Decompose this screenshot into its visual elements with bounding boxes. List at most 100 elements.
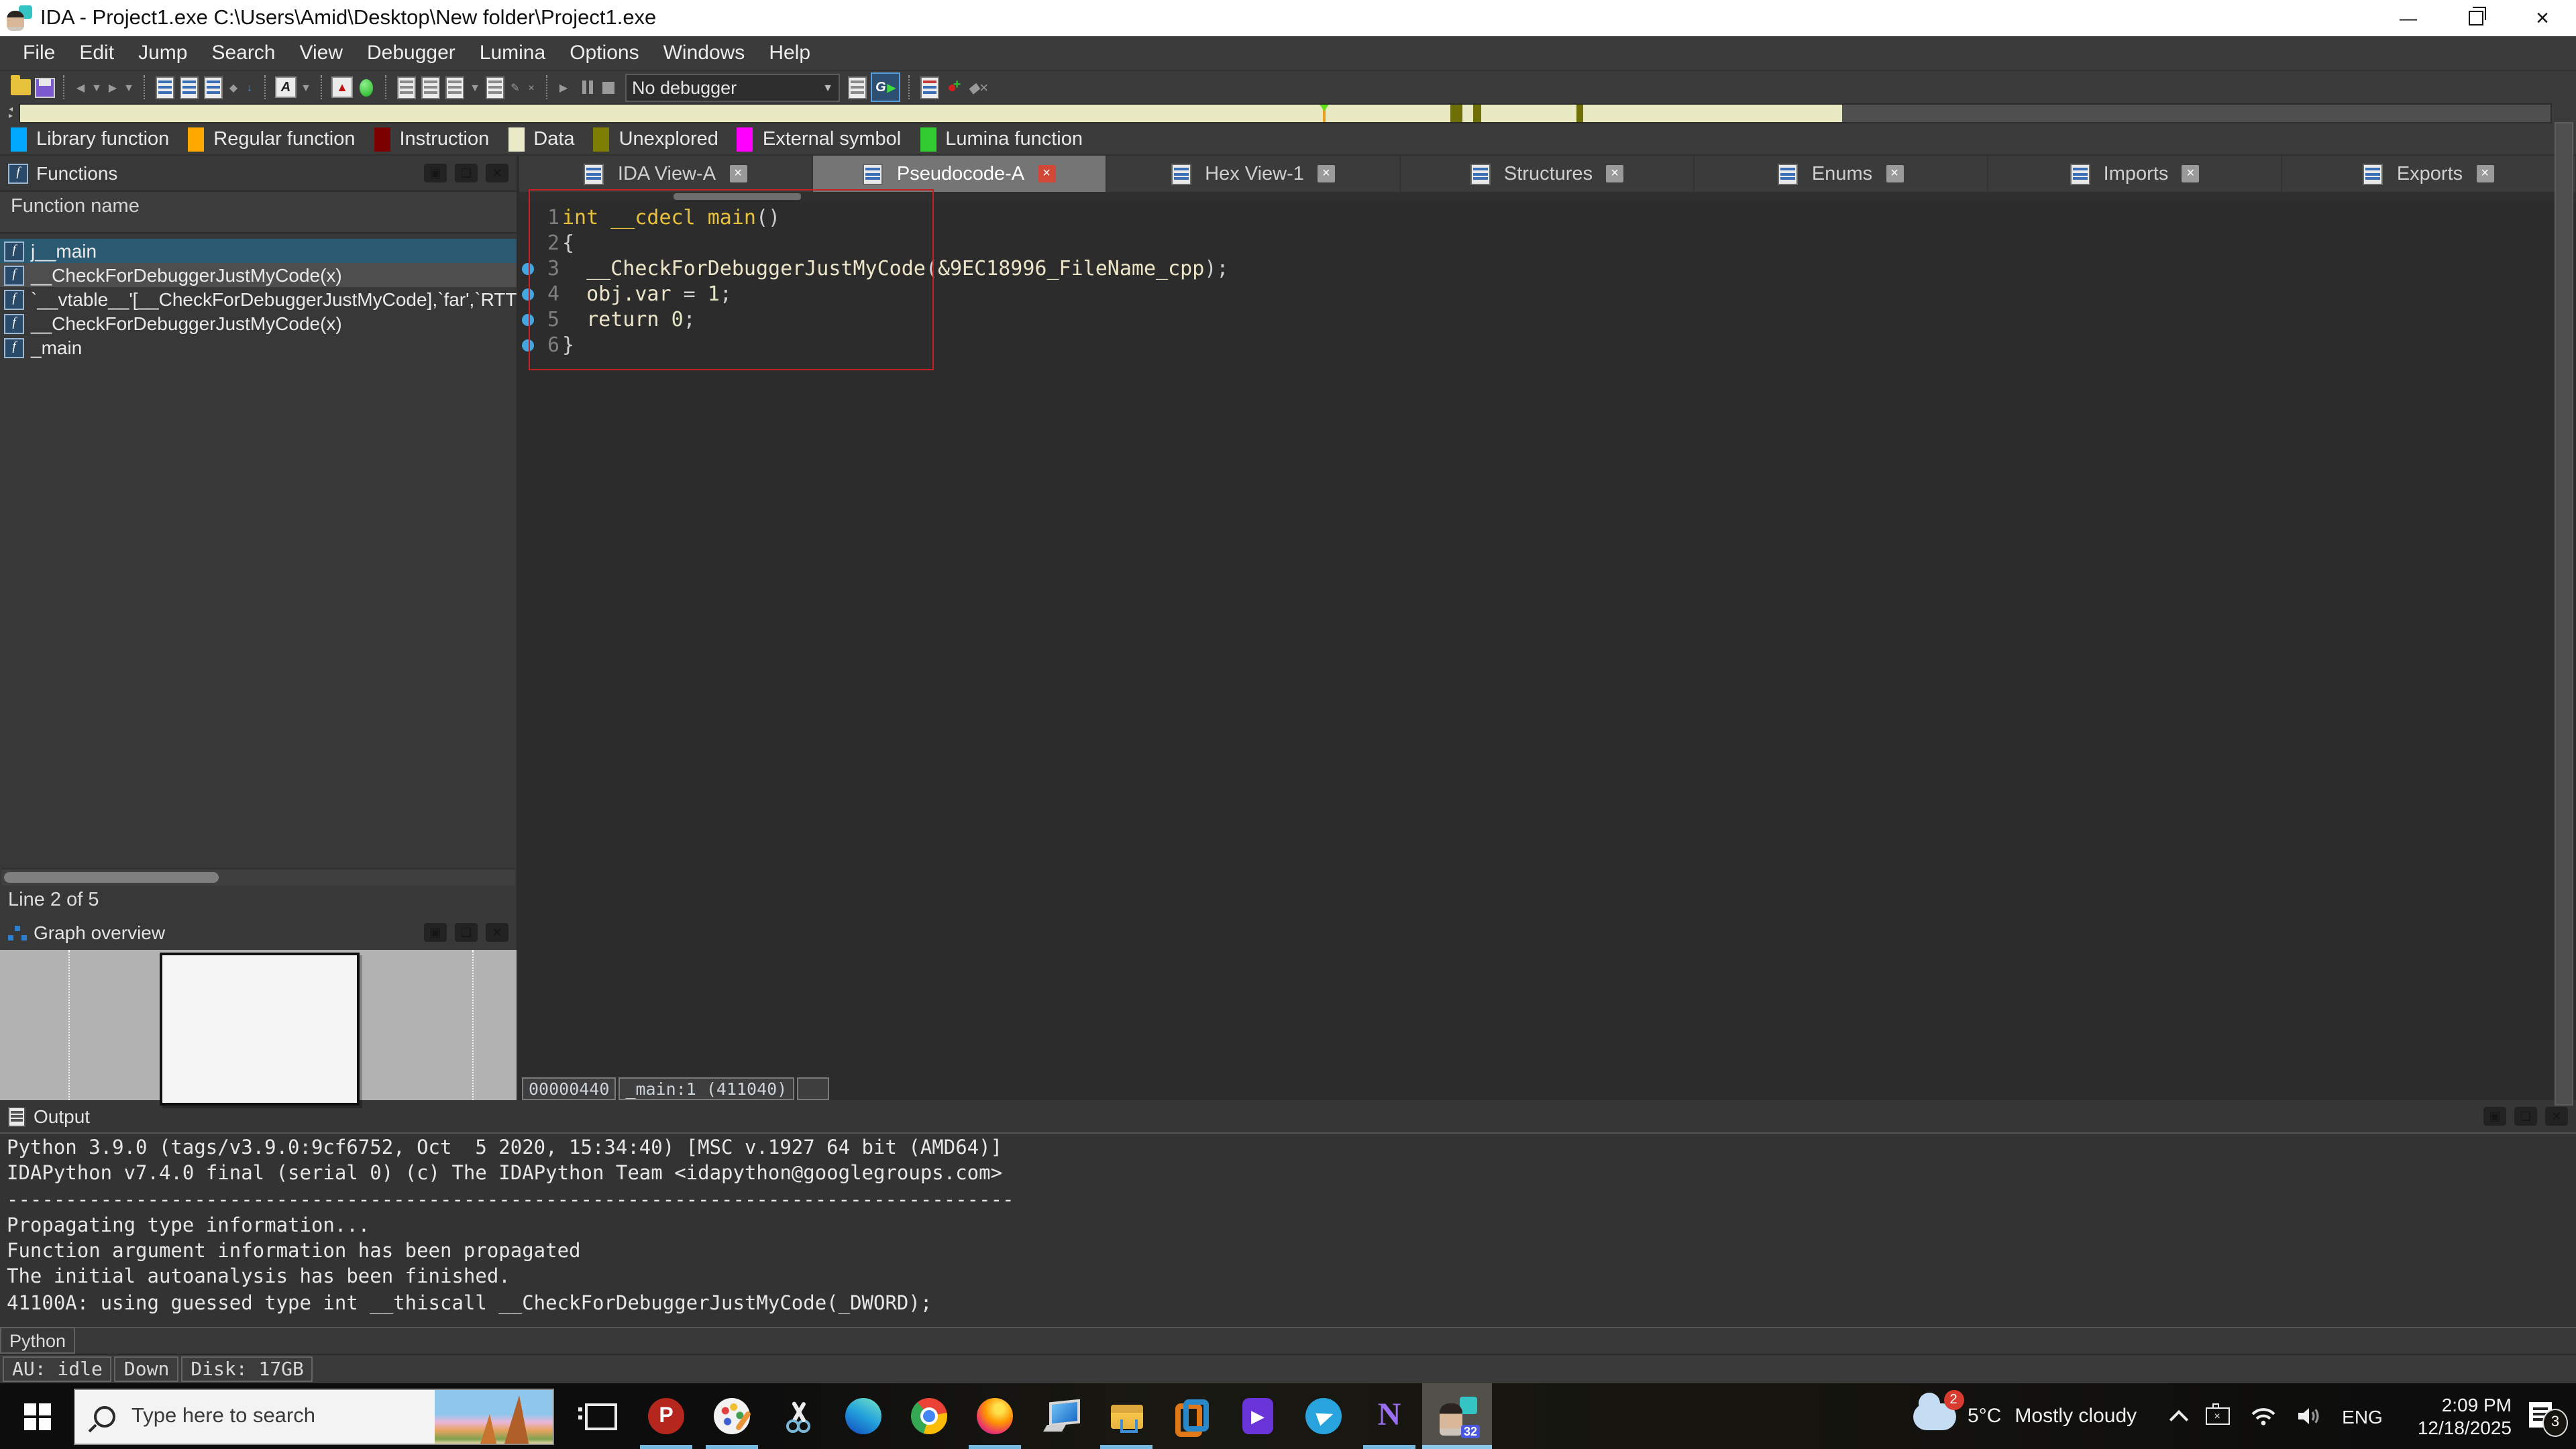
toolbar-close-debugger-icon[interactable]: × (525, 75, 538, 99)
close-panel-icon[interactable]: ✕ (486, 164, 508, 182)
tab-enums[interactable]: Enums× (1695, 156, 1988, 192)
scrollbar-thumb[interactable] (4, 872, 219, 883)
taskbar-app-kmplayer[interactable]: ▶ (1225, 1383, 1291, 1449)
taskbar-app-firefox[interactable] (962, 1383, 1028, 1449)
toolbar-delete-breakpoint-icon[interactable]: ◆× (967, 75, 989, 99)
menu-help[interactable]: Help (757, 36, 822, 70)
minimize-button[interactable]: — (2375, 0, 2442, 36)
toolbar-nav-forward-menu-icon[interactable]: ▼ (122, 75, 136, 99)
breakpoint-margin[interactable] (519, 314, 535, 326)
toolbar-run-until-return-icon[interactable]: G▶ (871, 75, 900, 99)
breakpoint-margin[interactable] (519, 339, 535, 352)
taskbar-app-chrome[interactable] (896, 1383, 962, 1449)
function-row[interactable]: f__CheckForDebuggerJustMyCode(x) (0, 311, 517, 335)
float-panel-icon[interactable]: ❏ (2514, 1107, 2537, 1126)
menu-view[interactable]: View (288, 36, 356, 70)
taskbar-clock[interactable]: 2:09 PM 12/18/2025 (2418, 1393, 2512, 1439)
function-row[interactable]: f__CheckForDebuggerJustMyCode(x) (0, 263, 517, 287)
toolbar-edit-breakpoint-icon[interactable]: ✎ (508, 75, 522, 99)
float-panel-icon[interactable]: ❏ (455, 923, 478, 942)
tab-close-icon[interactable]: × (1606, 165, 1623, 182)
taskbar-app-psiphon[interactable]: P (633, 1383, 699, 1449)
pseudocode-view[interactable]: 1int __cdecl main()2{3 __CheckForDebugge… (519, 201, 2576, 1077)
toolbar-text-search-icon[interactable]: A (275, 75, 297, 99)
close-panel-icon[interactable]: ✕ (486, 923, 508, 942)
toolbar-nav-forward-icon[interactable]: ▶ (106, 75, 119, 99)
taskbar-app-paint[interactable] (699, 1383, 765, 1449)
breakpoint-margin[interactable] (519, 263, 535, 275)
maximize-panel-icon[interactable]: ▣ (424, 923, 447, 942)
tray-overflow-chevron-icon[interactable] (2169, 1409, 2188, 1428)
tab-exports[interactable]: Exports× (2282, 156, 2576, 192)
tab-structures[interactable]: Structures× (1401, 156, 1695, 192)
toolbar-attach-process-icon[interactable] (847, 75, 868, 99)
scrollbar-thumb[interactable] (674, 193, 801, 200)
restore-button[interactable] (2442, 0, 2509, 36)
taskbar-app-file-explorer[interactable] (1093, 1383, 1159, 1449)
toolbar-open-file-icon[interactable] (9, 75, 31, 99)
tab-close-icon[interactable]: × (729, 165, 747, 182)
action-center-button[interactable]: 3 (2528, 1399, 2563, 1434)
toolbar-debugger-window-2-icon[interactable] (420, 75, 441, 99)
maximize-panel-icon[interactable]: ▣ (424, 164, 447, 182)
window-right-scroll-strip[interactable] (2555, 122, 2573, 1106)
tab-close-icon[interactable]: × (1318, 165, 1335, 182)
function-row[interactable]: fj__main (0, 239, 517, 263)
taskbar-app-task-view[interactable] (568, 1383, 633, 1449)
menu-lumina[interactable]: Lumina (468, 36, 557, 70)
taskbar-app-edge[interactable] (830, 1383, 896, 1449)
function-name-column-header[interactable]: Function name (0, 191, 517, 233)
menu-windows[interactable]: Windows (651, 36, 757, 70)
toolbar-save-database-icon[interactable] (34, 75, 55, 99)
debugger-selector[interactable]: No debugger▼ (625, 73, 840, 101)
toolbar-jump-name-icon[interactable] (178, 75, 200, 99)
functions-horizontal-scrollbar[interactable] (1, 868, 515, 885)
graph-viewport-rectangle[interactable] (160, 953, 360, 1106)
toolbar-nav-back-menu-icon[interactable]: ▼ (90, 75, 103, 99)
navband-zoom-icons[interactable]: ◂▸ (3, 107, 19, 120)
breakpoint-margin[interactable] (519, 288, 535, 301)
toolbar-debugger-window-1-icon[interactable] (396, 75, 417, 99)
tab-close-icon[interactable]: × (1886, 165, 1903, 182)
tab-ida-view-a[interactable]: IDA View-A× (519, 156, 813, 192)
toolbar-breakpoint-list-icon[interactable] (919, 75, 941, 99)
maximize-panel-icon[interactable]: ▣ (2483, 1107, 2506, 1126)
taskbar-weather-widget[interactable]: 2 5°C Mostly cloudy (1913, 1403, 2137, 1430)
tab-hex-view-1[interactable]: Hex View-1× (1107, 156, 1401, 192)
toolbar-nav-back-icon[interactable]: ◀ (74, 75, 87, 99)
python-command-input[interactable] (75, 1327, 2576, 1354)
taskbar-app-vmware[interactable] (1159, 1383, 1225, 1449)
tab-pseudocode-a[interactable]: Pseudocode-A× (813, 156, 1107, 192)
toolbar-jump-xref-icon[interactable]: ↓ (243, 75, 256, 99)
toolbar-pause-process-icon[interactable] (573, 75, 594, 99)
float-panel-icon[interactable]: ❏ (455, 164, 478, 182)
menu-options[interactable]: Options (557, 36, 651, 70)
output-console[interactable]: Python 3.9.0 (tags/v3.9.0:9cf6752, Oct 5… (0, 1132, 2576, 1327)
menu-jump[interactable]: Jump (126, 36, 199, 70)
taskbar-app-snipping-tool[interactable] (765, 1383, 830, 1449)
toolbar-start-process-icon[interactable]: ▶ (557, 75, 570, 99)
taskbar-search-box[interactable]: Type here to search (74, 1388, 554, 1444)
taskbar-app-telegram[interactable] (1291, 1383, 1356, 1449)
taskbar-app-n-app[interactable]: N (1356, 1383, 1422, 1449)
toolbar-debugger-window-3-icon[interactable] (444, 75, 466, 99)
function-row[interactable]: f_main (0, 335, 517, 360)
taskbar-app-this-pc[interactable] (1028, 1383, 1093, 1449)
battery-icon[interactable]: × (2205, 1407, 2229, 1425)
wifi-icon[interactable] (2249, 1406, 2276, 1426)
close-panel-icon[interactable]: ✕ (2545, 1107, 2568, 1126)
toolbar-cancel-analysis-icon[interactable]: ▲ (331, 75, 353, 99)
graph-overview-canvas[interactable] (0, 950, 517, 1100)
toolbar-debugger-options-menu-icon[interactable]: ▼ (468, 75, 482, 99)
tab-close-icon[interactable]: × (1038, 165, 1055, 182)
speaker-icon[interactable] (2296, 1406, 2322, 1426)
navigation-band[interactable] (19, 103, 2552, 123)
pseudocode-horizontal-scrollbar[interactable] (519, 192, 2576, 201)
toolbar-debugger-window-4-icon[interactable] (484, 75, 506, 99)
search-daily-image[interactable] (435, 1389, 553, 1443)
toolbar-add-breakpoint-icon[interactable]: ●+ (943, 75, 965, 99)
start-button[interactable] (0, 1383, 74, 1449)
menu-edit[interactable]: Edit (67, 36, 126, 70)
toolbar-analysis-indicator-icon[interactable] (356, 75, 377, 99)
toolbar-jump-address-icon[interactable] (154, 75, 176, 99)
